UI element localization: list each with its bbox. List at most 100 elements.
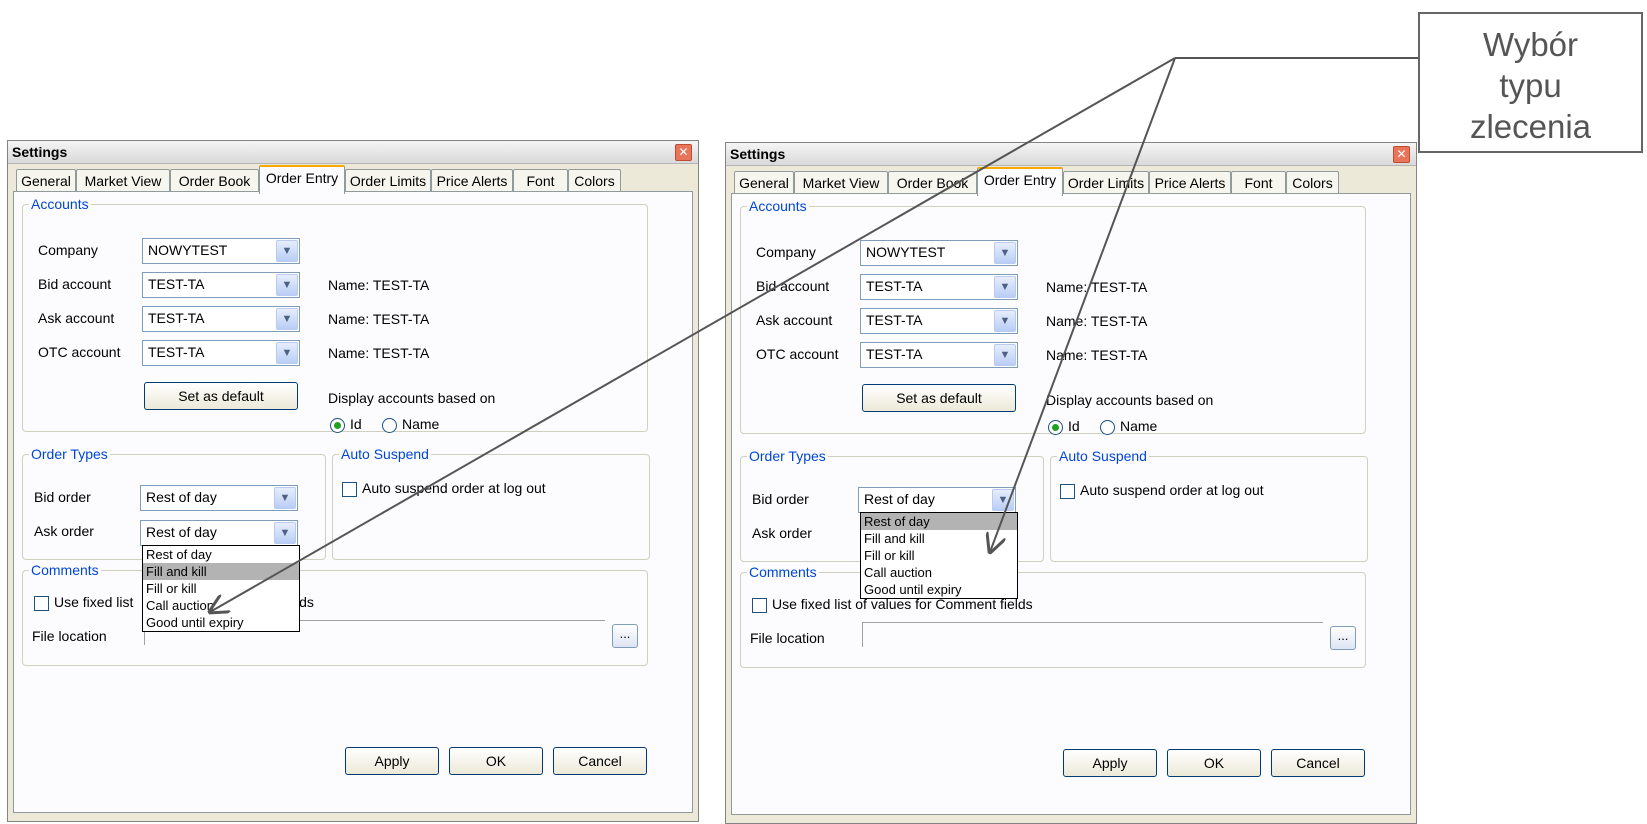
- company-label: Company: [756, 244, 816, 260]
- set-as-default-button[interactable]: Set as default: [862, 384, 1016, 412]
- cancel-button[interactable]: Cancel: [1271, 749, 1365, 777]
- bid-order-label: Bid order: [752, 491, 809, 507]
- ask-account-label: Ask account: [756, 312, 833, 328]
- otc-account-value: TEST-TA: [148, 344, 205, 360]
- bid-account-value: TEST-TA: [148, 276, 205, 292]
- settings-dialog-right: Settings ✕ General Market View Order Boo…: [725, 142, 1417, 824]
- chevron-down-icon[interactable]: ▼: [994, 276, 1016, 298]
- tab-font[interactable]: Font: [513, 169, 568, 192]
- ok-button[interactable]: OK: [449, 747, 543, 775]
- cancel-button[interactable]: Cancel: [553, 747, 647, 775]
- option-call-auction[interactable]: Call auction: [143, 597, 299, 614]
- company-select[interactable]: NOWYTEST ▼: [860, 240, 1018, 266]
- file-location-input[interactable]: [862, 622, 1323, 647]
- tab-colors[interactable]: Colors: [1286, 171, 1339, 194]
- browse-button[interactable]: ...: [612, 624, 638, 648]
- title-bar[interactable]: Settings ✕: [8, 141, 698, 164]
- ask-account-select[interactable]: TEST-TA ▼: [860, 308, 1018, 334]
- chevron-down-icon[interactable]: ▼: [274, 522, 296, 544]
- tab-order-limits[interactable]: Order Limits: [345, 169, 431, 192]
- bid-account-select[interactable]: TEST-TA ▼: [860, 274, 1018, 300]
- accounts-legend: Accounts: [749, 198, 807, 214]
- tab-general[interactable]: General: [734, 171, 794, 194]
- auto-suspend-legend: Auto Suspend: [341, 446, 429, 462]
- chevron-down-icon[interactable]: ▼: [276, 308, 298, 330]
- ask-order-dropdown-list[interactable]: Rest of day Fill and kill Fill or kill C…: [142, 545, 300, 632]
- auto-suspend-checkbox[interactable]: [342, 482, 357, 497]
- set-as-default-button[interactable]: Set as default: [144, 382, 298, 410]
- chevron-down-icon[interactable]: ▼: [992, 489, 1014, 511]
- tab-order-entry[interactable]: Order Entry: [259, 165, 345, 194]
- option-good-until-expiry[interactable]: Good until expiry: [861, 581, 1017, 598]
- otc-account-select[interactable]: TEST-TA ▼: [860, 342, 1018, 368]
- tab-market-view[interactable]: Market View: [76, 169, 170, 192]
- tab-colors[interactable]: Colors: [568, 169, 621, 192]
- tab-price-alerts[interactable]: Price Alerts: [1149, 171, 1231, 194]
- ask-account-label: Ask account: [38, 310, 115, 326]
- fixed-list-checkbox[interactable]: [752, 598, 767, 613]
- ask-account-name: Name: TEST-TA: [1046, 313, 1148, 329]
- browse-button[interactable]: ...: [1330, 626, 1356, 650]
- dialog-title: Settings: [12, 144, 68, 160]
- radio-id[interactable]: [330, 418, 345, 433]
- otc-account-select[interactable]: TEST-TA ▼: [142, 340, 300, 366]
- option-fill-or-kill[interactable]: Fill or kill: [143, 580, 299, 597]
- close-icon[interactable]: ✕: [1393, 146, 1410, 163]
- chevron-down-icon[interactable]: ▼: [994, 310, 1016, 332]
- auto-suspend-checkbox[interactable]: [1060, 484, 1075, 499]
- tab-market-view[interactable]: Market View: [794, 171, 888, 194]
- comments-group: Comments: [740, 564, 1366, 668]
- chevron-down-icon[interactable]: ▼: [994, 344, 1016, 366]
- close-icon[interactable]: ✕: [675, 144, 692, 161]
- chevron-down-icon[interactable]: ▼: [274, 487, 296, 509]
- tab-order-limits[interactable]: Order Limits: [1063, 171, 1149, 194]
- ask-account-name: Name: TEST-TA: [328, 311, 430, 327]
- callout-line-2: typu: [1499, 67, 1562, 104]
- radio-name[interactable]: [1100, 420, 1115, 435]
- option-good-until-expiry[interactable]: Good until expiry: [143, 614, 299, 631]
- title-bar[interactable]: Settings ✕: [726, 143, 1416, 166]
- tab-panel-order-entry: Accounts Company NOWYTEST ▼ Bid account …: [731, 193, 1411, 815]
- tab-order-book[interactable]: Order Book: [170, 169, 259, 192]
- company-select[interactable]: NOWYTEST ▼: [142, 238, 300, 264]
- chevron-down-icon[interactable]: ▼: [276, 342, 298, 364]
- ask-order-label: Ask order: [34, 523, 94, 539]
- option-rest-of-day[interactable]: Rest of day: [143, 546, 299, 563]
- ok-button[interactable]: OK: [1167, 749, 1261, 777]
- company-label: Company: [38, 242, 98, 258]
- chevron-down-icon[interactable]: ▼: [276, 274, 298, 296]
- apply-button[interactable]: Apply: [1063, 749, 1157, 777]
- settings-dialog-left: Settings ✕ General Market View Order Boo…: [7, 140, 699, 822]
- tab-price-alerts[interactable]: Price Alerts: [431, 169, 513, 192]
- comments-group: Comments: [22, 562, 648, 666]
- radio-name[interactable]: [382, 418, 397, 433]
- tab-general[interactable]: General: [16, 169, 76, 192]
- auto-suspend-group: Auto Suspend: [1050, 448, 1368, 562]
- option-call-auction[interactable]: Call auction: [861, 564, 1017, 581]
- ask-order-value: Rest of day: [146, 524, 217, 540]
- chevron-down-icon[interactable]: ▼: [276, 240, 298, 262]
- bid-account-select[interactable]: TEST-TA ▼: [142, 272, 300, 298]
- tab-order-book[interactable]: Order Book: [888, 171, 977, 194]
- ask-account-value: TEST-TA: [866, 312, 923, 328]
- bid-order-value: Rest of day: [864, 491, 935, 507]
- bid-order-select[interactable]: Rest of day ▼: [140, 485, 298, 511]
- bid-order-dropdown-list[interactable]: Rest of day Fill and kill Fill or kill C…: [860, 512, 1018, 599]
- apply-button[interactable]: Apply: [345, 747, 439, 775]
- fixed-list-label-start: Use fixed list: [54, 594, 134, 610]
- otc-account-label: OTC account: [38, 344, 121, 360]
- auto-suspend-label: Auto suspend order at log out: [1080, 482, 1264, 498]
- chevron-down-icon[interactable]: ▼: [994, 242, 1016, 264]
- bid-order-select[interactable]: Rest of day ▼: [858, 487, 1016, 513]
- option-fill-and-kill[interactable]: Fill and kill: [143, 563, 299, 580]
- tab-order-entry[interactable]: Order Entry: [977, 167, 1063, 196]
- ask-order-select[interactable]: Rest of day ▼: [140, 520, 298, 546]
- radio-id-label: Id: [1068, 418, 1080, 434]
- fixed-list-checkbox[interactable]: [34, 596, 49, 611]
- radio-id[interactable]: [1048, 420, 1063, 435]
- option-rest-of-day[interactable]: Rest of day: [861, 513, 1017, 530]
- option-fill-and-kill[interactable]: Fill and kill: [861, 530, 1017, 547]
- ask-account-select[interactable]: TEST-TA ▼: [142, 306, 300, 332]
- option-fill-or-kill[interactable]: Fill or kill: [861, 547, 1017, 564]
- tab-font[interactable]: Font: [1231, 171, 1286, 194]
